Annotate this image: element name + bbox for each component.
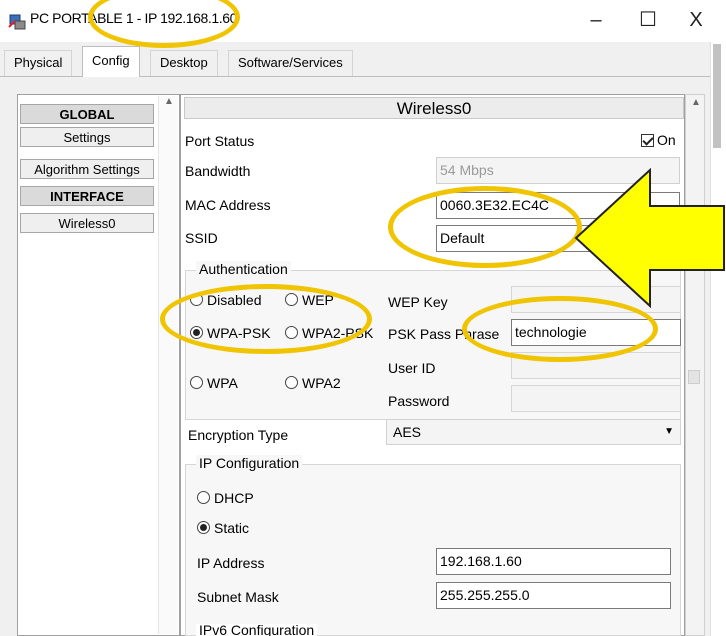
- minimize-button[interactable]: –: [576, 4, 616, 36]
- radio-icon: [285, 376, 298, 389]
- wep-key-label: WEP Key: [388, 294, 448, 310]
- ssid-label: SSID: [185, 230, 218, 246]
- sidebar-item-algorithm-settings[interactable]: Algorithm Settings: [20, 159, 154, 179]
- panel-scroll-up-icon[interactable]: ▲: [686, 97, 706, 108]
- tab-desktop[interactable]: Desktop: [150, 50, 218, 76]
- scroll-up-icon[interactable]: ▲: [159, 96, 179, 107]
- user-id-label: User ID: [388, 360, 436, 376]
- port-status-label: Port Status: [185, 133, 255, 149]
- port-status-toggle[interactable]: On: [641, 132, 676, 148]
- tab-physical[interactable]: Physical: [4, 50, 73, 76]
- auth-wpa2-radio[interactable]: WPA2: [285, 375, 341, 391]
- auth-wpa-radio[interactable]: WPA: [190, 375, 238, 391]
- ipv6-configuration-title: IPv6 Configuration: [196, 624, 318, 636]
- encryption-type-value: AES: [393, 424, 422, 440]
- panel-title: Wireless0: [184, 97, 684, 119]
- sidebar-item-wireless0[interactable]: Wireless0: [20, 213, 154, 233]
- encryption-type-select[interactable]: AES ▼: [386, 419, 681, 445]
- password-input[interactable]: [511, 385, 681, 412]
- window-scrollbar-thumb[interactable]: [713, 44, 721, 148]
- subnet-mask-input[interactable]: 255.255.255.0: [436, 582, 671, 609]
- authentication-title: Authentication: [196, 261, 291, 277]
- highlight-ellipse-auth: [160, 284, 372, 354]
- radio-icon: [190, 376, 203, 389]
- sidebar-header-global: GLOBAL: [20, 104, 154, 124]
- tab-config[interactable]: Config: [82, 46, 140, 77]
- port-status-on-label: On: [657, 132, 676, 148]
- app-icon: [8, 14, 26, 30]
- subnet-mask-label: Subnet Mask: [197, 589, 279, 605]
- radio-icon: [197, 491, 210, 504]
- encryption-type-label: Encryption Type: [188, 427, 289, 443]
- auth-wpa2-label: WPA2: [302, 375, 341, 391]
- chevron-down-icon: ▼: [664, 426, 674, 437]
- tab-software-services[interactable]: Software/Services: [228, 50, 353, 76]
- bandwidth-label: Bandwidth: [185, 163, 251, 179]
- dhcp-label: DHCP: [214, 490, 254, 506]
- highlight-ellipse-mac-ssid: [388, 186, 582, 268]
- ip-address-input[interactable]: 192.168.1.60: [436, 548, 671, 575]
- panel-scrollbar-thumb[interactable]: [688, 370, 700, 384]
- password-label: Password: [388, 393, 450, 409]
- sidebar-header-interface: INTERFACE: [20, 186, 154, 206]
- radio-selected-icon: [197, 521, 210, 534]
- static-radio[interactable]: Static: [197, 520, 249, 536]
- sidebar-item-settings[interactable]: Settings: [20, 127, 154, 147]
- port-status-checkbox[interactable]: [641, 134, 654, 147]
- sidebar-scrollbar[interactable]: ▲: [158, 96, 178, 634]
- pointer-arrow-icon: [574, 168, 725, 308]
- ip-configuration-title: IP Configuration: [196, 455, 303, 471]
- close-button[interactable]: X: [676, 4, 716, 36]
- ip-address-label: IP Address: [197, 555, 265, 571]
- mac-address-label: MAC Address: [185, 197, 271, 213]
- auth-wpa-label: WPA: [207, 375, 238, 391]
- maximize-button[interactable]: ☐: [628, 4, 668, 36]
- static-label: Static: [214, 520, 250, 536]
- dhcp-radio[interactable]: DHCP: [197, 490, 254, 506]
